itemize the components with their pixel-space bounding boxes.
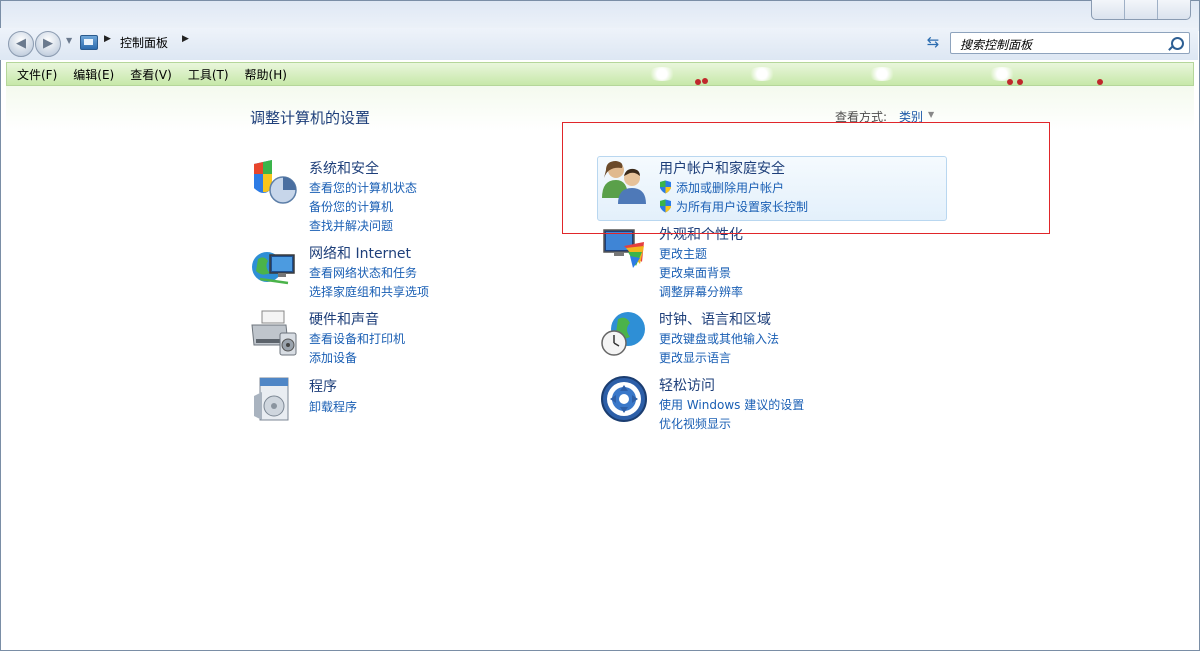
category-title[interactable]: 程序 — [309, 376, 337, 396]
decoration — [1097, 79, 1103, 85]
control-panel-icon — [80, 35, 98, 50]
link-backup-computer[interactable]: 备份您的计算机 — [309, 198, 393, 215]
link-screen-resolution[interactable]: 调整屏幕分辨率 — [659, 283, 743, 300]
link-devices-printers[interactable]: 查看设备和打印机 — [309, 330, 405, 347]
link-troubleshoot[interactable]: 查找并解决问题 — [309, 217, 393, 234]
arrow-right-icon: ▶ — [43, 36, 53, 51]
link-change-display-language[interactable]: 更改显示语言 — [659, 349, 731, 366]
link-view-computer-status[interactable]: 查看您的计算机状态 — [309, 179, 417, 196]
category-network-internet: 网络和 Internet 查看网络状态和任务 选择家庭组和共享选项 — [250, 243, 550, 299]
programs-icon[interactable] — [250, 376, 298, 424]
title-bar — [1, 1, 1199, 31]
category-title[interactable]: 硬件和声音 — [309, 309, 379, 329]
decoration — [747, 67, 777, 81]
category-title[interactable]: 时钟、语言和区域 — [659, 309, 771, 329]
category-appearance: 外观和个性化 更改主题 更改桌面背景 调整屏幕分辨率 — [600, 224, 940, 299]
menu-help[interactable]: 帮助(H) — [237, 66, 295, 83]
search-icon[interactable] — [1171, 37, 1184, 50]
category-system-security: 系统和安全 查看您的计算机状态 备份您的计算机 查找并解决问题 — [250, 158, 550, 233]
decoration — [1007, 79, 1013, 85]
category-clock-language-region: 时钟、语言和区域 更改键盘或其他输入法 更改显示语言 — [600, 309, 940, 365]
category-title[interactable]: 系统和安全 — [309, 158, 379, 178]
menu-file[interactable]: 文件(F) — [7, 66, 65, 83]
decoration — [702, 78, 708, 84]
link-uninstall-program[interactable]: 卸载程序 — [309, 398, 357, 415]
refresh-button[interactable]: ⇆ — [923, 33, 943, 51]
close-button[interactable] — [1158, 0, 1190, 19]
search-input[interactable]: 搜索控制面板 — [950, 32, 1190, 54]
navigation-bar: ◀ ▶ ▼ ▶ 控制面板 ▶ ▼ ⇆ 搜索控制面板 — [0, 28, 1198, 60]
hardware-sound-icon[interactable] — [250, 309, 298, 357]
link-change-input-method[interactable]: 更改键盘或其他输入法 — [659, 330, 779, 347]
back-button[interactable]: ◀ — [8, 31, 34, 57]
network-icon[interactable] — [250, 243, 298, 291]
category-title[interactable]: 轻松访问 — [659, 375, 715, 395]
menu-tools[interactable]: 工具(T) — [180, 66, 237, 83]
decoration — [987, 67, 1017, 81]
annotation-highlight-box — [562, 122, 1050, 234]
decoration — [695, 79, 701, 85]
forward-button[interactable]: ▶ — [35, 31, 61, 57]
category-programs: 程序 卸载程序 — [250, 376, 550, 426]
minimize-button[interactable] — [1092, 0, 1125, 19]
link-desktop-background[interactable]: 更改桌面背景 — [659, 264, 731, 281]
maximize-button[interactable] — [1125, 0, 1158, 19]
category-title[interactable]: 网络和 Internet — [309, 243, 411, 263]
breadcrumb-arrow-icon[interactable]: ▶ — [104, 34, 111, 44]
link-optimize-visual-display[interactable]: 优化视频显示 — [659, 415, 731, 432]
ease-of-access-icon[interactable] — [600, 375, 648, 423]
menu-view[interactable]: 查看(V) — [122, 66, 180, 83]
link-network-status[interactable]: 查看网络状态和任务 — [309, 264, 417, 281]
menu-edit[interactable]: 编辑(E) — [65, 66, 122, 83]
category-ease-of-access: 轻松访问 使用 Windows 建议的设置 优化视频显示 — [600, 375, 940, 431]
search-placeholder: 搜索控制面板 — [960, 38, 1033, 52]
window-buttons — [1091, 0, 1191, 20]
decoration — [1017, 79, 1023, 85]
chevron-down-icon[interactable]: ▼ — [928, 110, 934, 119]
arrow-left-icon: ◀ — [16, 36, 26, 51]
system-security-icon[interactable] — [250, 158, 298, 206]
decoration — [647, 67, 677, 81]
refresh-icon: ⇆ — [926, 33, 940, 51]
link-homegroup-sharing[interactable]: 选择家庭组和共享选项 — [309, 283, 429, 300]
category-hardware-sound: 硬件和声音 查看设备和打印机 添加设备 — [250, 309, 550, 365]
recent-pages-dropdown[interactable]: ▼ — [66, 36, 72, 45]
menu-bar: 文件(F) 编辑(E) 查看(V) 工具(T) 帮助(H) — [6, 62, 1194, 86]
link-add-device[interactable]: 添加设备 — [309, 349, 357, 366]
decoration — [867, 67, 897, 81]
link-change-theme[interactable]: 更改主题 — [659, 245, 707, 262]
clock-language-icon[interactable] — [600, 309, 648, 357]
link-recommended-settings[interactable]: 使用 Windows 建议的设置 — [659, 396, 804, 413]
page-title: 调整计算机的设置 — [250, 109, 371, 127]
breadcrumb-arrow-icon[interactable]: ▶ — [182, 34, 189, 44]
breadcrumb-control-panel[interactable]: 控制面板 — [120, 34, 168, 51]
address-bar[interactable]: ▶ 控制面板 ▶ ▼ — [78, 32, 989, 54]
